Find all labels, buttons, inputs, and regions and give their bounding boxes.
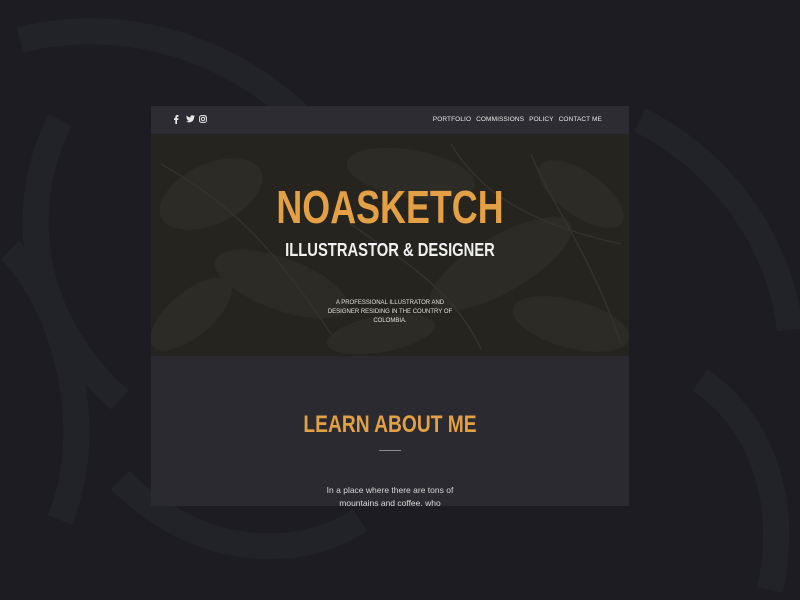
nav-portfolio-link[interactable]: PORTFOLIO [433,116,471,123]
website-card: PORTFOLIO COMMISSIONS POLICY CONTACT ME [151,106,629,506]
hero-title: NOASKETCH [276,181,504,233]
hero-subtitle: ILLUSTRASTOR & DESIGNER [285,240,495,260]
nav-commissions-link[interactable]: COMMISSIONS [476,116,524,123]
nav-policy-link[interactable]: POLICY [529,116,553,123]
about-section: LEARN ABOUT ME In a place where there ar… [151,356,629,506]
twitter-icon[interactable] [186,115,195,124]
social-links [173,115,207,124]
hero-description: A PROFESSIONAL ILLUSTRATOR AND DESIGNER … [327,300,453,324]
main-menu: PORTFOLIO COMMISSIONS POLICY CONTACT ME [433,116,602,123]
top-navigation: PORTFOLIO COMMISSIONS POLICY CONTACT ME [151,106,629,134]
facebook-icon[interactable] [173,115,181,124]
nav-contact-link[interactable]: CONTACT ME [559,116,602,123]
section-divider [379,450,401,451]
about-text: In a place where there are tons of mount… [326,485,454,506]
about-title: LEARN ABOUT ME [303,411,477,438]
instagram-icon[interactable] [199,115,207,124]
hero-section: NOASKETCH ILLUSTRASTOR & DESIGNER A PROF… [151,134,629,356]
